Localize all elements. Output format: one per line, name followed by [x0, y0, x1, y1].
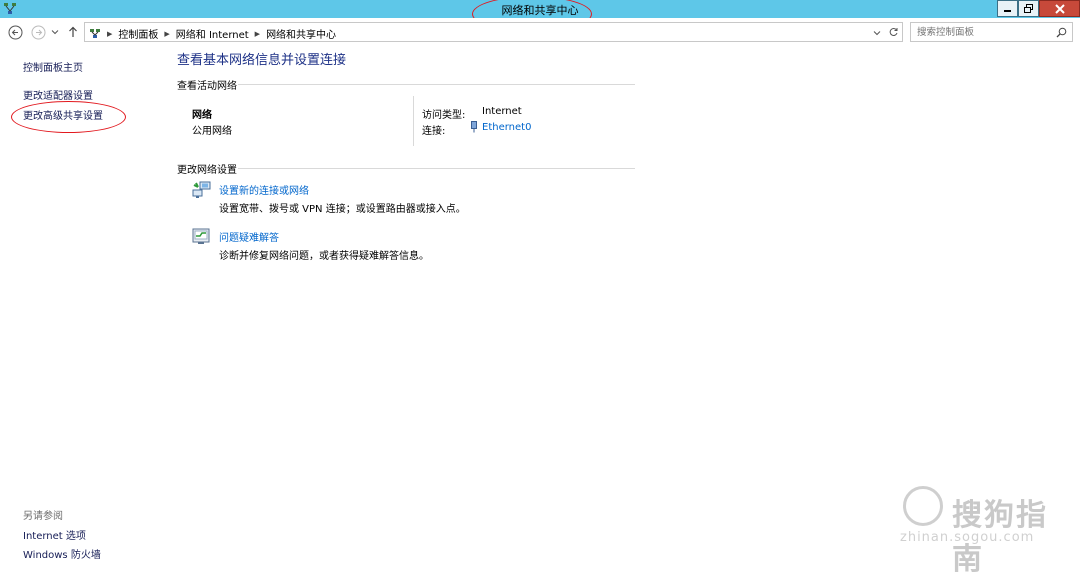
breadcrumb: ▶ 控制面板 ▶ 网络和 Internet ▶ 网络和共享中心	[89, 26, 336, 41]
section-divider	[238, 84, 635, 85]
address-dropdown-icon[interactable]	[873, 29, 881, 37]
breadcrumb-separator-icon: ▶	[164, 29, 170, 38]
connection-label: 连接:	[422, 126, 446, 137]
setup-connection-link[interactable]: 设置新的连接或网络	[219, 182, 309, 197]
search-icon[interactable]	[1056, 27, 1067, 38]
breadcrumb-control-panel[interactable]: 控制面板	[118, 26, 158, 41]
minimize-icon	[1004, 10, 1011, 12]
network-divider	[413, 96, 414, 146]
setup-connection-description: 设置宽带、拨号或 VPN 连接；或设置路由器或接入点。	[219, 204, 466, 215]
breadcrumb-network-internet[interactable]: 网络和 Internet	[176, 26, 249, 41]
close-button[interactable]	[1039, 0, 1080, 17]
see-also-label: 另请参阅	[23, 511, 63, 522]
troubleshoot-description: 诊断并修复网络问题，或者获得疑难解答信息。	[219, 251, 429, 262]
breadcrumb-separator-icon: ▶	[254, 29, 261, 38]
breadcrumb-separator-icon: ▶	[107, 29, 113, 38]
up-arrow-icon	[69, 26, 77, 37]
network-setup-icon	[192, 181, 211, 198]
control-panel-icon	[90, 28, 100, 38]
troubleshoot-icon	[192, 228, 210, 244]
close-icon	[1054, 3, 1065, 14]
chevron-down-icon	[51, 30, 59, 35]
ethernet-icon	[471, 121, 477, 133]
annotation-circle-sidebar	[11, 101, 126, 133]
network-name: 网络	[192, 110, 212, 121]
sogou-logo-icon	[903, 486, 943, 526]
access-type-label: 访问类型:	[422, 110, 466, 121]
see-also-internet-options[interactable]: Internet 选项	[23, 527, 86, 542]
ethernet-connection-link[interactable]: Ethernet0	[482, 122, 531, 133]
sidebar-change-adapter-settings[interactable]: 更改适配器设置	[23, 87, 93, 102]
active-networks-heading: 查看活动网络	[177, 81, 237, 92]
up-button[interactable]	[66, 24, 80, 40]
access-type-value: Internet	[482, 106, 522, 117]
network-category: 公用网络	[192, 126, 232, 137]
restore-icon	[1024, 4, 1033, 13]
sidebar-control-panel-home[interactable]: 控制面板主页	[23, 59, 83, 74]
address-toolbar: ▶ 控制面板 ▶ 网络和 Internet ▶ 网络和共享中心	[0, 18, 1080, 46]
see-also-windows-firewall[interactable]: Windows 防火墙	[23, 546, 101, 561]
section-divider	[238, 168, 635, 169]
back-arrow-icon	[8, 25, 22, 39]
refresh-icon[interactable]	[888, 27, 899, 38]
change-settings-heading: 更改网络设置	[177, 165, 237, 176]
minimize-button[interactable]	[997, 0, 1018, 17]
breadcrumb-network-sharing-center[interactable]: 网络和共享中心	[266, 26, 336, 41]
back-button[interactable]	[7, 24, 23, 40]
restore-button[interactable]	[1018, 0, 1039, 17]
forward-arrow-icon	[31, 25, 45, 39]
troubleshoot-link[interactable]: 问题疑难解答	[219, 229, 279, 244]
search-input[interactable]	[917, 25, 1047, 39]
forward-button[interactable]	[30, 24, 46, 40]
search-box[interactable]	[910, 22, 1073, 42]
page-title: 查看基本网络信息并设置连接	[177, 53, 347, 68]
recent-dropdown-button[interactable]	[50, 24, 60, 40]
watermark: 搜狗指南 zhinan.sogou.com	[900, 484, 1065, 577]
address-box[interactable]: ▶ 控制面板 ▶ 网络和 Internet ▶ 网络和共享中心	[84, 22, 903, 42]
watermark-url: zhinan.sogou.com	[900, 530, 1035, 545]
